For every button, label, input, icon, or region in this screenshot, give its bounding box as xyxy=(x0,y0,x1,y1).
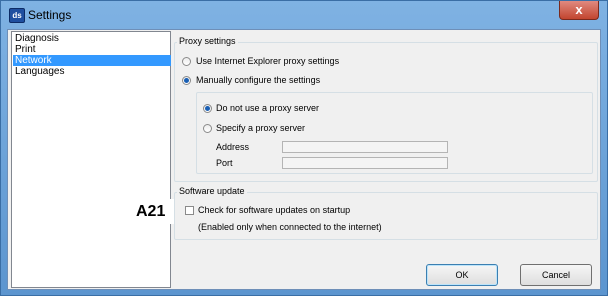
cancel-button[interactable]: Cancel xyxy=(520,264,592,286)
no-proxy-label[interactable]: Do not use a proxy server xyxy=(216,103,319,113)
check-updates-checkbox[interactable] xyxy=(185,206,194,215)
update-note: (Enabled only when connected to the inte… xyxy=(198,222,382,232)
manual-config-radio[interactable] xyxy=(182,76,191,85)
dialog-client-area: Diagnosis Print Network Languages Proxy … xyxy=(7,29,601,290)
use-ie-proxy-radio[interactable] xyxy=(182,57,191,66)
no-proxy-radio[interactable] xyxy=(203,104,212,113)
nav-item-languages[interactable]: Languages xyxy=(13,66,171,77)
title-bar[interactable]: ds Settings x xyxy=(1,1,607,29)
specify-proxy-radio[interactable] xyxy=(203,124,212,133)
port-field[interactable] xyxy=(282,157,448,169)
nav-item-network[interactable]: Network xyxy=(13,55,171,66)
callout-label: A21 xyxy=(132,199,174,224)
port-label: Port xyxy=(216,158,233,168)
nav-item-print[interactable]: Print xyxy=(13,44,171,55)
nav-item-diagnosis[interactable]: Diagnosis xyxy=(13,33,171,44)
window-title: Settings xyxy=(28,8,72,22)
address-field[interactable] xyxy=(282,141,448,153)
use-ie-proxy-label[interactable]: Use Internet Explorer proxy settings xyxy=(196,56,339,66)
check-updates-label[interactable]: Check for software updates on startup xyxy=(198,205,350,215)
close-button[interactable]: x xyxy=(559,1,599,20)
manual-config-label[interactable]: Manually configure the settings xyxy=(196,75,320,85)
category-list[interactable]: Diagnosis Print Network Languages xyxy=(11,31,171,288)
software-update-group xyxy=(174,192,598,240)
app-icon: ds xyxy=(9,8,25,23)
proxy-settings-label: Proxy settings xyxy=(177,36,238,46)
specify-proxy-label[interactable]: Specify a proxy server xyxy=(216,123,305,133)
ok-button[interactable]: OK xyxy=(426,264,498,286)
address-label: Address xyxy=(216,142,250,152)
settings-window: ds Settings x Diagnosis Print Network La… xyxy=(0,0,608,296)
software-update-label: Software update xyxy=(177,186,247,196)
